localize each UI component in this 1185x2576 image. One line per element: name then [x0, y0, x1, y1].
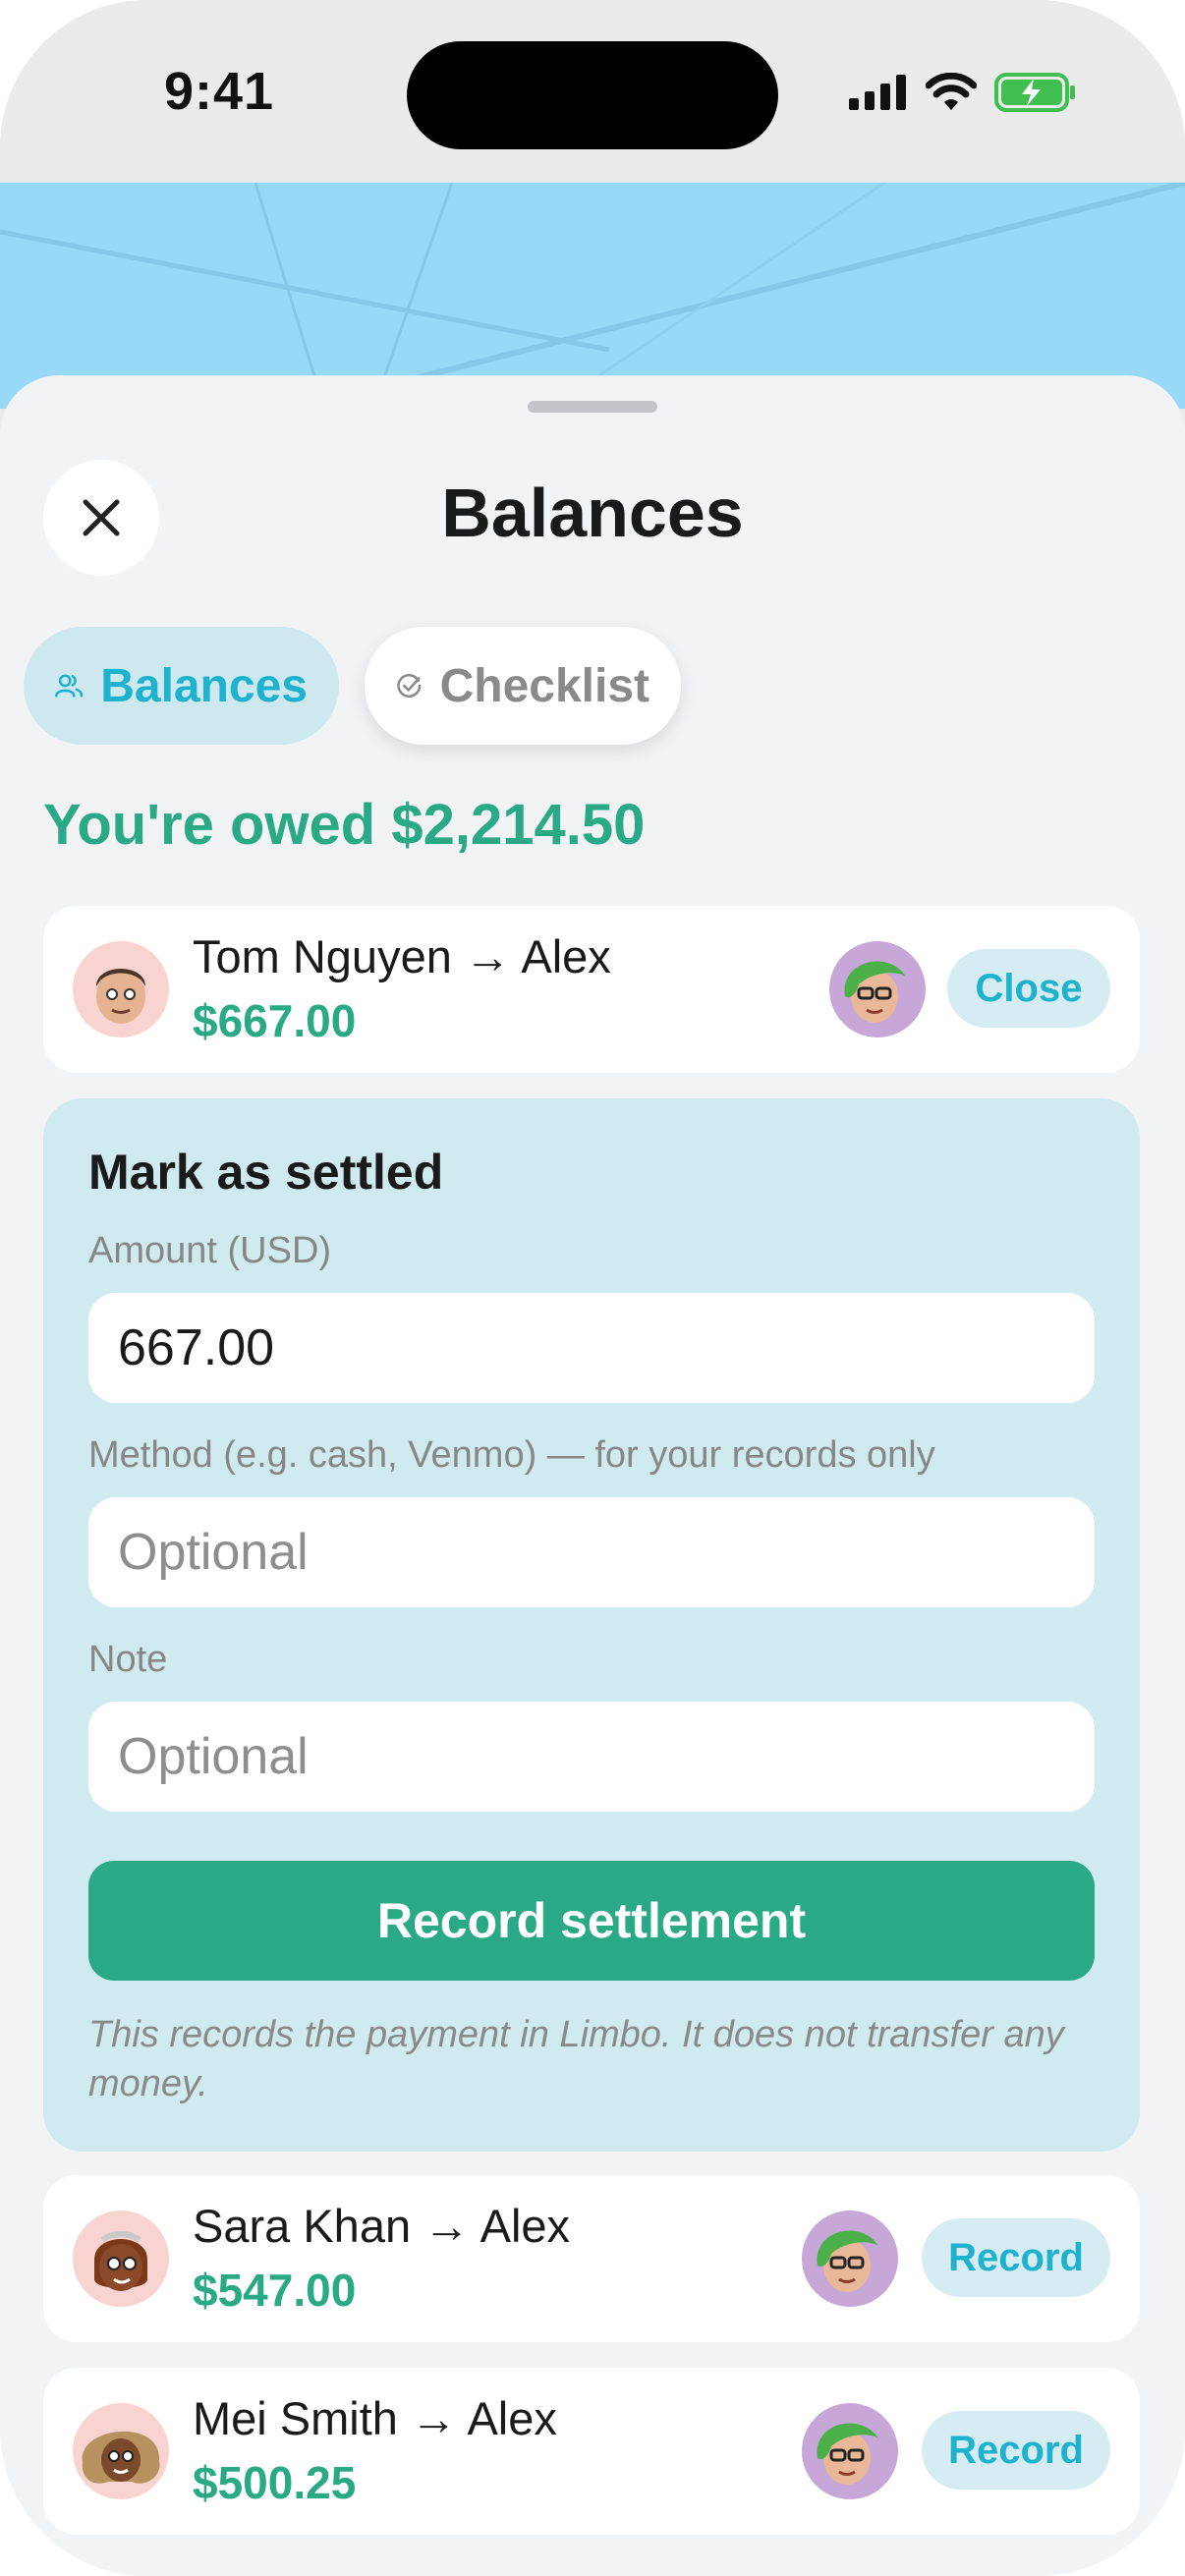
sheet-grabber[interactable] [528, 401, 657, 413]
tab-balances-label: Balances [100, 659, 308, 712]
status-time: 9:41 [164, 62, 275, 121]
avatar [73, 2403, 169, 2499]
owed-summary: You're owed $2,214.50 [43, 793, 646, 857]
sheet-title: Balances [441, 475, 744, 551]
row-name: Tom Nguyen → Alex [193, 930, 611, 982]
row-amount: $547.00 [193, 2265, 357, 2316]
settle-form-card: Mark as settled Amount (USD) 667.00 Meth… [43, 1098, 1140, 2152]
person-face-icon [844, 961, 906, 1023]
check-circle-icon [397, 674, 422, 699]
balances-sheet: Balances Balances Checklist You're owed … [0, 375, 1185, 2576]
balance-row[interactable]: Mei Smith → Alex $500.25 Record [43, 2368, 1140, 2535]
avatar [73, 941, 169, 1037]
note-label: Note [88, 1639, 168, 1680]
row-amount: $667.00 [193, 995, 357, 1046]
tab-bar: Balances Checklist [24, 627, 681, 745]
method-label: Method (e.g. cash, Venmo) — for your rec… [88, 1434, 935, 1476]
avatar [73, 2211, 169, 2307]
row-name: Sara Khan → Alex [193, 2200, 571, 2252]
record-settlement-button[interactable]: Record settlement [88, 1861, 1095, 1981]
person-face-icon [817, 2230, 878, 2292]
person-face-icon [96, 969, 145, 1024]
battery-charging-icon [994, 73, 1075, 112]
balance-row[interactable]: Tom Nguyen → Alex $667.00 Close [43, 906, 1140, 1073]
method-placeholder: Optional [118, 1524, 309, 1581]
note-placeholder: Optional [118, 1728, 309, 1785]
people-icon [55, 674, 84, 698]
row-name: Mei Smith → Alex [193, 2392, 557, 2444]
amount-label: Amount (USD) [88, 1230, 332, 1271]
avatar [802, 2403, 898, 2499]
note-field[interactable]: Optional [88, 1702, 1095, 1812]
amount-value: 667.00 [118, 1319, 275, 1376]
method-field[interactable]: Optional [88, 1497, 1095, 1607]
record-row-button[interactable]: Record [922, 2411, 1110, 2490]
dynamic-island [407, 41, 778, 149]
record-row-button[interactable]: Record [922, 2218, 1110, 2297]
avatar [829, 941, 926, 1037]
tab-balances[interactable]: Balances [24, 627, 339, 745]
close-row-button[interactable]: Close [947, 949, 1110, 1028]
status-bar: 9:41 [0, 0, 1185, 183]
row-amount: $500.25 [193, 2457, 357, 2508]
cellular-signal-icon [849, 75, 906, 110]
tab-checklist[interactable]: Checklist [365, 627, 681, 745]
disclaimer-text: This records the payment in Limbo. It do… [88, 2014, 1064, 2104]
settle-form-title: Mark as settled [88, 1145, 444, 1200]
person-face-icon [82, 2431, 160, 2484]
amount-field[interactable]: 667.00 [88, 1293, 1095, 1403]
person-face-icon [817, 2423, 878, 2485]
status-icons [849, 73, 1077, 112]
tab-checklist-label: Checklist [439, 659, 649, 712]
avatar [802, 2211, 898, 2307]
wifi-icon [926, 73, 977, 110]
phone-screen: 9:41 Balances Balances Checklist You're … [0, 0, 1185, 2576]
balance-row[interactable]: Sara Khan → Alex $547.00 Record [43, 2175, 1140, 2342]
person-face-icon [94, 2231, 147, 2291]
